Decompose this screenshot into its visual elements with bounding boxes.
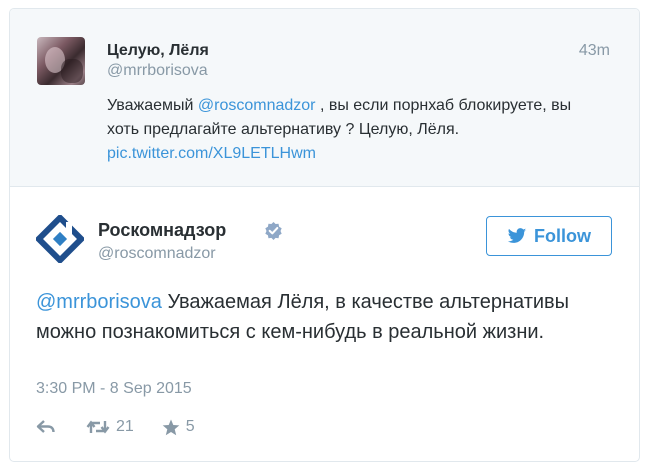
- verified-badge-icon: [265, 221, 282, 240]
- main-tweet-text: @mrrborisova Уважаемая Лёля, в качестве …: [36, 287, 596, 347]
- parent-text-prefix: Уважаемый: [107, 97, 198, 114]
- parent-avatar[interactable]: [37, 37, 85, 85]
- retweet-icon: [86, 420, 110, 434]
- main-author-name[interactable]: Роскомнадзор: [98, 220, 226, 241]
- main-author-handle[interactable]: @roscomnadzor: [98, 245, 216, 263]
- mention-link[interactable]: @roscomnadzor: [198, 97, 316, 114]
- parent-author-name[interactable]: Целую, Лёля: [107, 42, 209, 60]
- retweet-count: 21: [116, 418, 134, 435]
- reply-icon: [36, 420, 55, 433]
- parent-tweet[interactable]: Целую, Лёля @mrrborisova 43m Уважаемый @…: [10, 9, 639, 187]
- roscomnadzor-logo-avatar[interactable]: [36, 215, 84, 263]
- tweet-actions: 21 5: [36, 415, 195, 439]
- follow-button[interactable]: Follow: [486, 216, 612, 256]
- parent-author-handle[interactable]: @mrrborisova: [107, 62, 208, 80]
- parent-tweet-text: Уважаемый @roscomnadzor , вы если порнха…: [107, 94, 587, 166]
- follow-label: Follow: [534, 225, 591, 246]
- reply-button[interactable]: [36, 419, 56, 435]
- retweet-button[interactable]: 21: [86, 418, 134, 436]
- avatar-shape: [61, 59, 83, 83]
- bird-icon: [507, 227, 527, 243]
- tweet-card: Целую, Лёля @mrrborisova 43m Уважаемый @…: [9, 8, 640, 462]
- parent-timestamp[interactable]: 43m: [579, 42, 610, 60]
- reply-mention-link[interactable]: @mrrborisova: [36, 291, 162, 313]
- pic-link[interactable]: pic.twitter.com/XL9LETLHwm: [107, 145, 316, 162]
- favorite-count: 5: [185, 418, 195, 435]
- tweet-timestamp[interactable]: 3:30 PM - 8 Sep 2015: [36, 380, 192, 398]
- favorite-button[interactable]: 5: [162, 418, 195, 436]
- star-icon: [162, 419, 180, 435]
